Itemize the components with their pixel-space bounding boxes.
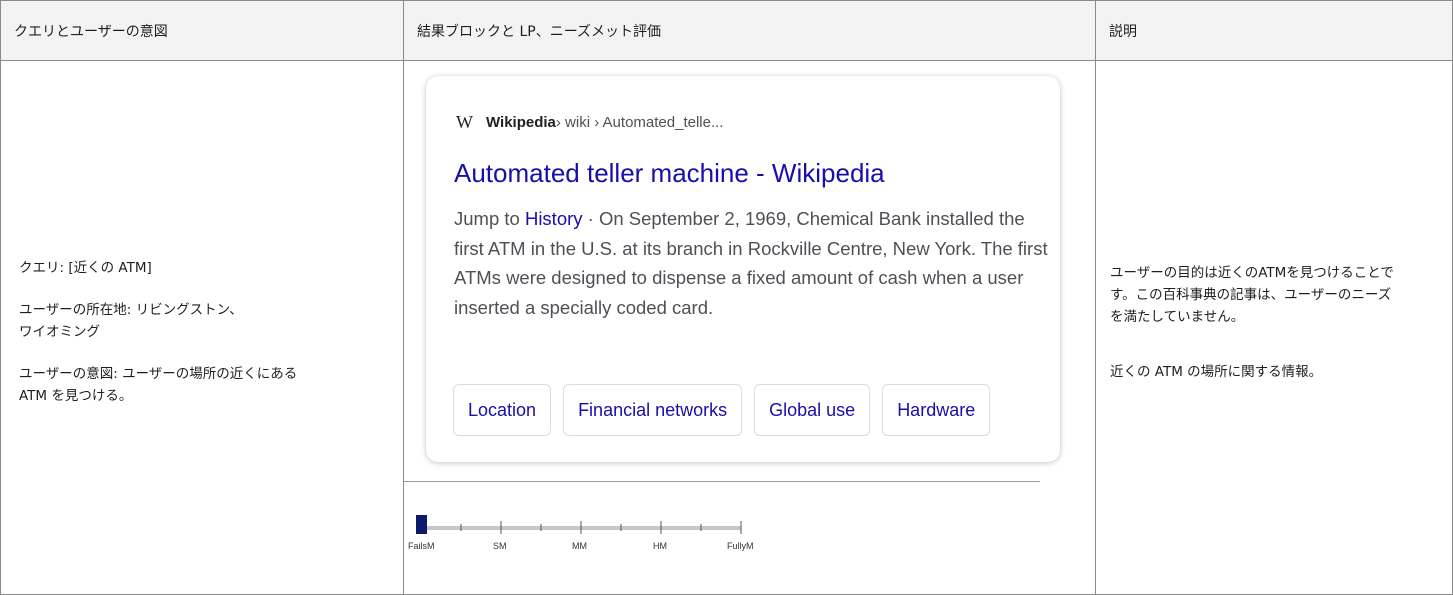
- snippet-jump-link[interactable]: History: [525, 208, 583, 229]
- example-row: クエリ: [近くの ATM] ユーザーの所在地: リビングストン、 ワイオミング…: [0, 60, 1453, 595]
- rating-table: クエリとユーザーの意図 結果ブロックと LP、ニーズメット評価 説明 クエリ: …: [0, 0, 1453, 595]
- needs-met-slider: FailsM SM MM HM FullyM: [408, 515, 754, 551]
- sitelink-chip-global-use[interactable]: Global use: [754, 384, 871, 436]
- user-intent-text: ユーザーの意図: ユーザーの場所の近くにある ATM を見つける。: [19, 365, 298, 404]
- query-cell: クエリ: [近くの ATM] ユーザーの所在地: リビングストン、 ワイオミング…: [0, 60, 404, 595]
- result-title-link[interactable]: Automated teller machine - Wikipedia: [454, 158, 885, 189]
- sitelink-chips: Location Financial networks Global use Hard…: [453, 384, 1053, 438]
- explanation-cell: ユーザーの目的は近くのATMを見つけることで す。この百科事典の記事は、ユーザー…: [1095, 60, 1453, 595]
- result-breadcrumb: W Wikipedia › wiki › Automated_telle...: [456, 112, 723, 133]
- result-cell: W Wikipedia › wiki › Automated_telle... …: [403, 60, 1096, 595]
- header-explanation: 説明: [1095, 0, 1453, 61]
- sitelink-chip-location[interactable]: Location: [453, 384, 552, 436]
- search-result-card: W Wikipedia › wiki › Automated_telle... …: [426, 76, 1060, 462]
- scale-label-failsm: FailsM: [408, 541, 435, 551]
- explanation-text: ユーザーの目的は近くのATMを見つけることで す。この百科事典の記事は、ユーザー…: [1110, 264, 1394, 325]
- slider-handle-selected[interactable]: [416, 515, 427, 534]
- scale-label-sm: SM: [493, 541, 507, 551]
- header-row: クエリとユーザーの意図 結果ブロックと LP、ニーズメット評価 説明: [0, 0, 1453, 61]
- query-text: クエリ: [近くの ATM]: [19, 259, 152, 276]
- scale-label-mm: MM: [572, 541, 587, 551]
- snippet-prefix: Jump to: [454, 208, 525, 229]
- result-url-path: › wiki › Automated_telle...: [555, 114, 724, 131]
- header-query-intent: クエリとユーザーの意図: [0, 0, 404, 61]
- wikipedia-logo-icon: W: [456, 112, 473, 132]
- scale-divider: [404, 481, 1040, 482]
- result-snippet: Jump to History · On September 2, 1969, …: [454, 204, 1054, 322]
- sitelink-chip-financial-networks[interactable]: Financial networks: [563, 384, 743, 436]
- header-result-rating: 結果ブロックと LP、ニーズメット評価: [403, 0, 1096, 61]
- scale-label-hm: HM: [653, 541, 667, 551]
- scale-label-fullym: FullyM: [727, 541, 754, 551]
- sitelink-chip-hardware[interactable]: Hardware: [882, 384, 991, 436]
- user-location-text: ユーザーの所在地: リビングストン、 ワイオミング: [19, 301, 243, 340]
- result-site-name: Wikipedia: [486, 114, 556, 131]
- explanation-info-text: 近くの ATM の場所に関する情報。: [1110, 363, 1323, 380]
